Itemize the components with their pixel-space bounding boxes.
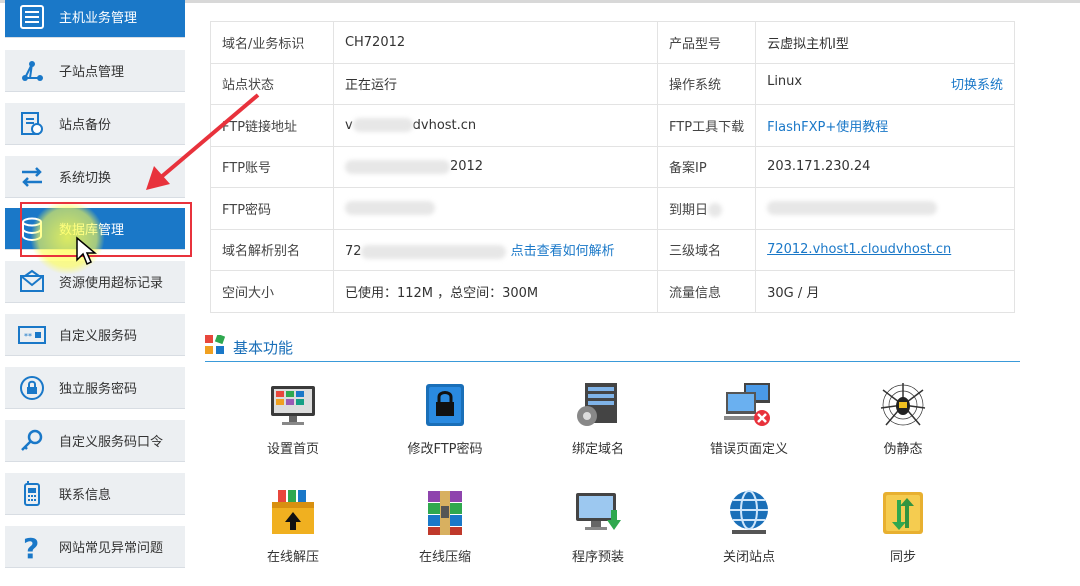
mouse-cursor-icon [76,236,97,266]
annotation-arrow [146,93,260,190]
